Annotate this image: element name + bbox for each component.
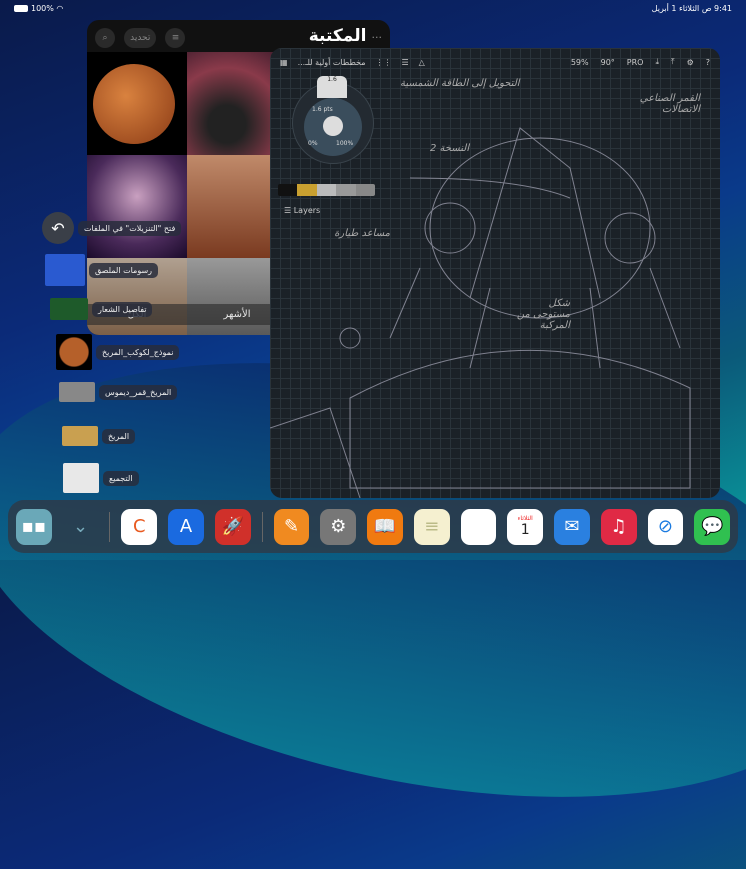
pages-app-icon[interactable]: ✎ xyxy=(273,508,310,545)
safari-app-icon[interactable]: ⊘ xyxy=(647,508,684,545)
time-date: 9:41 ص الثلاثاء 1 أبريل xyxy=(651,4,732,13)
app-library-folder[interactable]: ▪▪ xyxy=(16,508,52,545)
chevron-down-icon[interactable]: ⌄ xyxy=(63,509,99,545)
filter-button[interactable]: ≡ xyxy=(165,27,186,48)
battery-level: 100% xyxy=(31,4,54,13)
music-app-icon[interactable]: ♫ xyxy=(600,508,637,545)
sketch-note: شكل مستوحى من المركبة xyxy=(516,298,570,331)
calendar-app-icon[interactable]: الثلاثاء 1 xyxy=(507,508,544,545)
wifi-icon: ◠ xyxy=(56,4,64,13)
sketch-drawing xyxy=(270,127,691,498)
select-button[interactable]: تحديد xyxy=(124,27,157,48)
drag-item[interactable]: التجميع xyxy=(63,463,139,493)
tile-mars[interactable] xyxy=(87,52,187,155)
sketch-note: التحويل إلى الطاقة الشمسية xyxy=(400,78,520,89)
drag-item[interactable]: رسومات الملصق xyxy=(45,254,159,286)
sketch-note: النسخة 2 xyxy=(430,143,470,154)
app-store-icon[interactable]: A xyxy=(168,508,204,545)
rocket-app-icon[interactable]: 🚀 xyxy=(214,508,251,545)
messages-app-icon[interactable]: 💬 xyxy=(694,508,731,545)
sketch-note: القمر الصناعي الاتصالات xyxy=(639,93,700,115)
search-button[interactable]: ⌕ xyxy=(95,27,115,48)
settings-app-icon[interactable]: ⚙ xyxy=(320,508,357,545)
mail-app-icon[interactable]: ✉ xyxy=(554,508,590,545)
back-arrow-icon: ↶ xyxy=(42,212,74,244)
drag-item-open-downloads[interactable]: ↶ فتح "التنزيلات" في الملفات xyxy=(42,212,182,244)
photos-app-icon[interactable]: ✿ xyxy=(460,508,497,545)
drag-item[interactable]: المريخ xyxy=(62,426,136,446)
canvas-window[interactable]: ▦ مخططات أولية للـ... ⋮⋮ ☰ △ 59% 90° PRO… xyxy=(270,48,720,498)
concepts-app-icon[interactable]: C xyxy=(121,508,158,545)
battery-icon xyxy=(14,5,28,12)
drag-item[interactable]: المريخ_قمر_ديموس xyxy=(59,382,178,402)
drag-item[interactable]: تفاصيل الشعار xyxy=(50,298,153,320)
dock: ▪▪ ⌄ C A 🚀 ✎ ⚙ 📖 ≡ ✿ الثلاثاء 1 ✉ ♫ ⊘ 💬 xyxy=(8,500,738,553)
sketch-note: مساعد طيارة xyxy=(334,228,390,239)
drag-item[interactable]: نموذج_لكوكب_المريخ xyxy=(56,334,180,370)
notes-app-icon[interactable]: ≡ xyxy=(413,508,450,545)
status-bar: 100% ◠ 9:41 ص الثلاثاء 1 أبريل xyxy=(0,4,746,16)
page-title: المكتبة xyxy=(308,26,367,46)
books-app-icon[interactable]: 📖 xyxy=(367,508,403,545)
more-button[interactable]: ··· xyxy=(372,31,383,44)
